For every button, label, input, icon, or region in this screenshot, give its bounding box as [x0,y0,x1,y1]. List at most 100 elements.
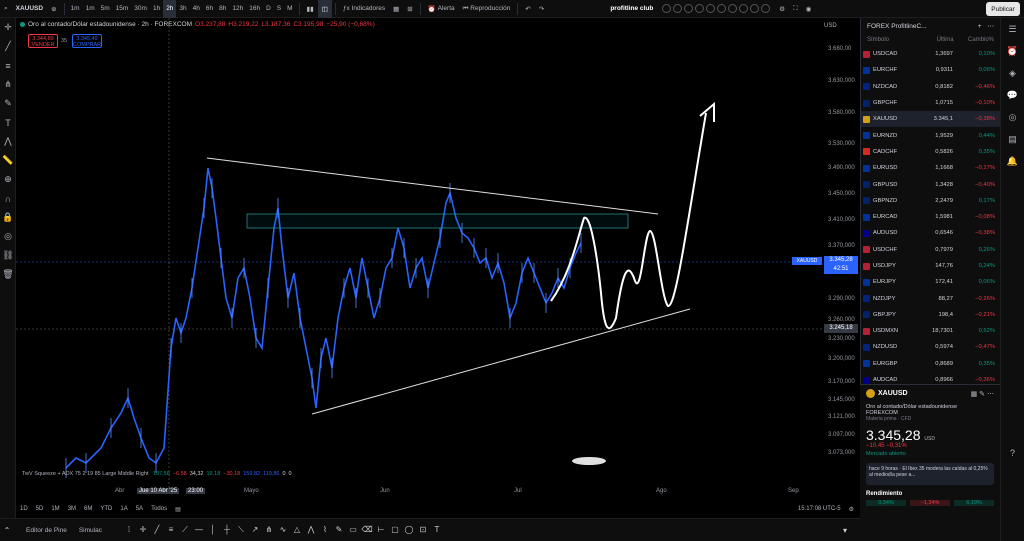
watchlist-icon[interactable]: ☰ [1001,18,1024,40]
link-icon[interactable]: ⛓ [0,246,16,265]
range-5A[interactable]: 5A [136,506,143,512]
cross-icon[interactable]: ✛ [136,525,150,535]
calendar-icon[interactable]: ▤ [175,506,181,513]
circle-icon[interactable] [739,4,749,13]
watchlist-row[interactable]: GBPNZD 2,2479 0,17% [861,193,1000,209]
pattern-icon[interactable]: ⋀ [0,132,16,151]
ruler-icon[interactable]: ⊢ [374,525,388,535]
watchlist-row[interactable]: GBPUSD 1,3428 −0,40% [861,176,1000,192]
timeframe-2h[interactable]: 2h [163,0,177,18]
watchlist-row[interactable]: AUDUSD 0,6546 −0,38% [861,225,1000,241]
curve-icon[interactable]: ∿ [276,525,290,535]
watchlist-row[interactable]: EURCHF 0,9311 0,06% [861,62,1000,78]
watchlist-row[interactable]: GBPCHF 1,0715 −0,10% [861,95,1000,111]
circle-icon[interactable] [684,4,694,13]
currency-label[interactable]: USD [824,23,837,29]
watchlist-row[interactable]: EURGBP 0,8689 0,35% [861,356,1000,372]
alert-button[interactable]: ⏰ Alerta [424,0,459,18]
circle-icon[interactable] [761,4,771,13]
timeframe-3h[interactable]: 3h [176,0,189,18]
arrow-icon[interactable]: ↗ [248,525,262,535]
timeframe-8h[interactable]: 8h [216,0,229,18]
ellipse-icon[interactable]: ◯ [402,525,416,535]
range-3M[interactable]: 3M [68,506,76,512]
path-icon[interactable]: ⋀ [304,525,318,535]
watchlist-row[interactable]: USDCHF 0,7979 0,26% [861,242,1000,258]
watchlist-row[interactable]: NZDCAD 0,8182 −0,46% [861,79,1000,95]
col-change[interactable]: Cambio% [954,37,994,43]
brush-icon[interactable]: ✎ [0,94,16,113]
line-icon[interactable]: ╱ [150,525,164,535]
fullscreen-icon[interactable]: ⛶ [789,0,802,18]
watchlist-row[interactable]: NZDJPY 88,27 −0,26% [861,290,1000,306]
measure-icon[interactable]: ⊡ [416,525,430,535]
range-5D[interactable]: 5D [36,506,44,512]
chart-pane[interactable] [16,18,858,500]
watchlist-row[interactable]: USDMXN 18,7301 0,52% [861,323,1000,339]
timeframe-S[interactable]: S [274,0,284,18]
price-chart[interactable] [16,18,858,500]
eye-icon[interactable]: ◎ [0,227,16,246]
profile-name[interactable]: profitline club [606,0,657,18]
camera-icon[interactable]: ◉ [802,0,816,18]
circle-icon[interactable] [750,4,760,13]
calendar-icon[interactable]: ▤ [1001,128,1024,150]
chart-type-icon[interactable]: ◫ [317,0,332,18]
buy-button[interactable]: 3.345,49 COMPRAR [72,34,102,48]
circle-icon[interactable] [706,4,716,13]
undo-icon[interactable]: ↶ [521,0,534,18]
publish-button[interactable]: Publicar [986,2,1020,16]
timeframe-16h[interactable]: 16h [246,0,263,18]
timeframe-D[interactable]: D [263,0,274,18]
replay-button[interactable]: ⏮ Reproducción [459,0,515,18]
add-icon[interactable]: + [978,23,982,30]
col-last[interactable]: Última [919,37,954,43]
circle-icon[interactable] [717,4,727,13]
crosshair-icon[interactable]: ✛ [0,18,16,37]
crossline-icon[interactable]: ┼ [220,525,234,535]
triangle-icon[interactable]: △ [290,525,304,535]
layout-icon[interactable]: ⊞ [403,0,416,18]
timeframe-M[interactable]: M [284,0,295,18]
watchlist-row[interactable]: EURJPY 172,41 0,06% [861,274,1000,290]
watchlist-row[interactable]: XAUUSD 3.345,1 −0,38% [861,111,1000,128]
timeframe-30m[interactable]: 30m [131,0,150,18]
range-6M[interactable]: 6M [84,506,92,512]
vline-icon[interactable]: │ [206,525,220,535]
settings-icon[interactable]: ⚙ [775,0,789,18]
watchlist-row[interactable]: CADCHF 0,5826 0,35% [861,144,1000,160]
watchlist-row[interactable]: EURNZD 1,9529 0,44% [861,127,1000,143]
detail-actions-icon[interactable]: ▦ ✎ ⋯ [971,390,994,398]
notifications-icon[interactable]: 🔔 [1001,150,1024,172]
eraser-icon[interactable]: ⌫ [360,525,374,535]
range-1D[interactable]: 1D [20,506,28,512]
trend-line-icon[interactable]: ╱ [0,37,16,56]
watchlist-row[interactable]: GBPJPY 198,4 −0,21% [861,307,1000,323]
more-icon[interactable]: ⋯ [988,22,995,30]
timeframe-1m[interactable]: 1m [83,0,98,18]
circle-icon[interactable] [728,4,738,13]
watchlist-row[interactable]: EURCAD 1,5981 −0,08% [861,209,1000,225]
watchlist-title[interactable]: FOREX ProfitlineC... [867,23,927,30]
timeframe-5m[interactable]: 5m [98,0,113,18]
zoom-icon[interactable]: ⊕ [0,170,16,189]
magnet-icon[interactable]: ∩ [0,189,16,208]
watchlist-row[interactable]: NZDUSD 0,5974 −0,47% [861,339,1000,355]
timeframe-15m[interactable]: 15m [113,0,132,18]
fib-icon[interactable]: ≡ [0,56,16,75]
chat-icon[interactable]: 💬 [1001,84,1024,106]
timeframe-12h[interactable]: 12h [229,0,246,18]
polyline-icon[interactable]: ⌇ [318,525,332,535]
highlighter-icon[interactable]: ▭ [346,525,360,535]
layers-icon[interactable]: ◈ [1001,62,1024,84]
watchlist-row[interactable]: EURUSD 1,1668 −0,17% [861,160,1000,176]
channel-icon[interactable]: ⋔ [0,75,16,94]
timeframe-1h[interactable]: 1h [150,0,163,18]
sell-button[interactable]: 3.344,89 VENDER [28,34,58,48]
circle-icon[interactable] [673,4,683,13]
indicators-button[interactable]: ƒx Indicadores [339,0,389,18]
brush-icon[interactable]: ✎ [332,525,346,535]
grid-icon[interactable]: ⁞ [122,525,136,535]
watchlist-row[interactable]: USDCAD 1,3697 0,10% [861,46,1000,62]
timeframe-4h[interactable]: 4h [190,0,203,18]
